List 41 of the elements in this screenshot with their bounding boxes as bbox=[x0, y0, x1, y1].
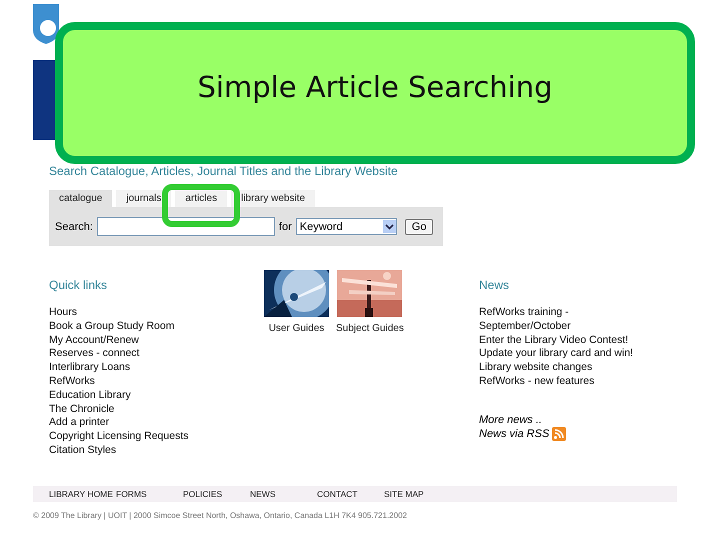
footer-link[interactable]: CONTACT bbox=[317, 488, 384, 499]
guide-link[interactable]: Subject Guides bbox=[336, 323, 404, 334]
copyright-text: © 2009 The Library | UOIT | 2000 Simcoe Street North, Oshawa, Ontario, Canada L1H 7K4 905.721.2002 bbox=[33, 510, 408, 520]
quick-link[interactable]: Hours bbox=[49, 306, 264, 320]
quick-link[interactable]: Reserves - connect bbox=[49, 347, 264, 362]
search-tab[interactable]: articles bbox=[175, 190, 228, 207]
headline-link[interactable]: Update your library card and win! bbox=[479, 347, 654, 362]
shield-icon bbox=[33, 4, 59, 44]
quick-link[interactable]: Interlibrary Loans bbox=[49, 361, 264, 375]
quick-link[interactable]: Add a printer bbox=[49, 416, 264, 430]
headline-link[interactable]: Enter the Library Video Contest! bbox=[479, 334, 654, 348]
search-tab[interactable]: catalogue bbox=[49, 190, 112, 207]
headline-link[interactable]: RefWorks training - September/October bbox=[479, 306, 654, 334]
footer-link[interactable]: FORMS bbox=[116, 488, 183, 499]
quick-link[interactable]: Book a Group Study Room bbox=[49, 320, 264, 334]
go-button[interactable]: Go bbox=[404, 218, 434, 234]
headline-link[interactable]: Library website changes bbox=[479, 361, 654, 375]
footer-link[interactable]: LIBRARY HOME bbox=[49, 488, 116, 499]
type-dropdown[interactable]: Keyword bbox=[296, 218, 397, 235]
quick-link[interactable]: My Account/Renew bbox=[49, 334, 264, 348]
more-news-link[interactable]: More news .. bbox=[479, 412, 654, 427]
caret-icon bbox=[382, 220, 396, 233]
footer-link[interactable]: NEWS bbox=[250, 488, 317, 499]
quick-links-heading: Quick links bbox=[49, 278, 108, 292]
news-heading: News bbox=[479, 278, 510, 292]
for-label: for bbox=[278, 220, 292, 232]
footer-link[interactable]: POLICIES bbox=[183, 488, 250, 499]
guide-link[interactable]: User Guides bbox=[268, 323, 324, 334]
search-tab[interactable]: library website bbox=[231, 190, 316, 207]
quick-link[interactable]: The Chronicle bbox=[49, 402, 264, 416]
quick-link[interactable]: Copyright Licensing Requests bbox=[49, 430, 264, 444]
callout-title: Simple Article Searching bbox=[198, 70, 552, 104]
section-heading: Search Catalogue, Articles, Journal Titles and the Library Website bbox=[49, 164, 399, 178]
rss-link[interactable]: News via RSS bbox=[479, 426, 550, 441]
quick-link[interactable]: Education Library bbox=[49, 388, 264, 403]
search-label: Search: bbox=[55, 220, 93, 232]
quick-link[interactable]: RefWorks bbox=[49, 374, 264, 389]
rss-icon bbox=[552, 426, 566, 441]
headline-link[interactable]: RefWorks - new features bbox=[479, 374, 654, 389]
quick-link[interactable]: Citation Styles bbox=[49, 444, 264, 458]
footer-link[interactable]: SITE MAP bbox=[384, 488, 451, 499]
